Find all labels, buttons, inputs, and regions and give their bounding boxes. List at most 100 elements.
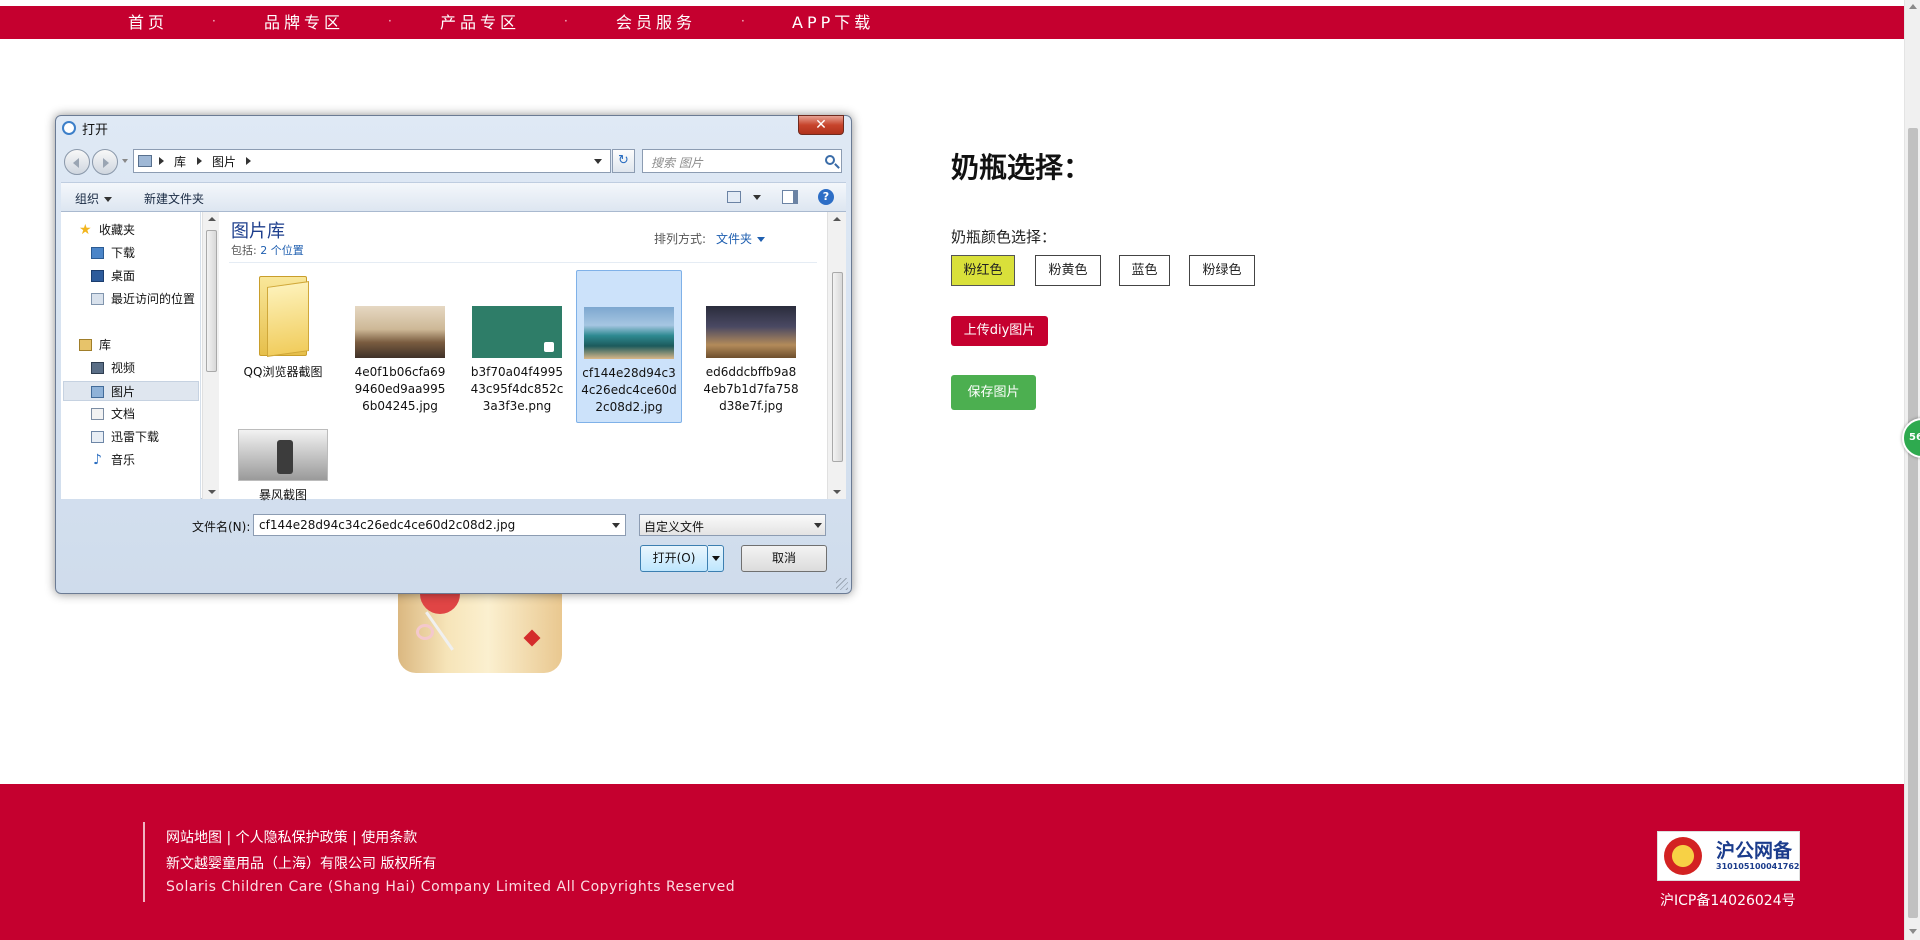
- file-item-image[interactable]: 4e0f1b06cfa699460ed9aa9956b04245.jpg: [348, 270, 452, 415]
- image-thumbnail: [355, 306, 445, 358]
- new-folder-button[interactable]: 新建文件夹: [144, 190, 204, 207]
- navigation-scrollbar[interactable]: [202, 212, 219, 499]
- nav-item-brand[interactable]: 品牌专区: [264, 6, 344, 39]
- filename-dropdown-icon[interactable]: [612, 523, 620, 528]
- file-name: cf144e28d94c34c26edc4ce60d2c08d2.jpg: [581, 366, 677, 414]
- scroll-down-icon[interactable]: [1909, 929, 1917, 934]
- sidebar-label: 库: [99, 338, 112, 352]
- footer-divider: [143, 822, 145, 902]
- main-nav: 首页 · 品牌专区 · 产品专区 · 会员服务 · APP下载: [0, 6, 1904, 39]
- icp-number[interactable]: 沪ICP备14026024号: [1660, 890, 1796, 910]
- open-button[interactable]: 打开(O): [640, 545, 708, 572]
- color-button-blue[interactable]: 蓝色: [1119, 255, 1170, 286]
- nav-separator: ·: [388, 14, 392, 28]
- preview-pane-icon[interactable]: [782, 190, 798, 204]
- sidebar-item-libraries[interactable]: 库: [79, 335, 197, 355]
- color-button-yellow[interactable]: 粉黄色: [1035, 255, 1101, 286]
- sidebar-label: 桌面: [111, 269, 136, 283]
- bottle-preview: [398, 588, 562, 676]
- save-image-button[interactable]: 保存图片: [951, 375, 1036, 410]
- scroll-thumb[interactable]: [206, 230, 217, 372]
- organize-menu[interactable]: 组织: [75, 190, 113, 207]
- open-options-dropdown[interactable]: [708, 545, 724, 572]
- police-record-badge[interactable]: 沪公网备 310105100041762: [1657, 831, 1800, 881]
- breadcrumb-arrow-icon[interactable]: [197, 157, 202, 165]
- breadcrumb-pictures[interactable]: 图片: [212, 153, 236, 170]
- sidebar-item-xunlei[interactable]: 迅雷下载: [91, 427, 197, 447]
- scroll-down-icon[interactable]: [833, 490, 841, 494]
- view-mode-icon[interactable]: [727, 191, 741, 203]
- nav-item-members[interactable]: 会员服务: [616, 6, 696, 39]
- history-dropdown-icon[interactable]: [122, 159, 128, 163]
- search-input[interactable]: 搜索 图片: [642, 149, 842, 173]
- resize-grip[interactable]: [836, 578, 848, 590]
- library-folder-icon: [79, 339, 92, 351]
- search-icon[interactable]: [825, 155, 835, 165]
- footer-copyright: Solaris Children Care (Shang Hai) Compan…: [166, 879, 736, 895]
- file-item-image[interactable]: ed6ddcbffb9a84eb7b1d7fa758d38e7f.jpg: [699, 270, 803, 415]
- file-item-folder[interactable]: QQ浏览器截图: [231, 270, 335, 381]
- scroll-up-icon[interactable]: [208, 217, 216, 221]
- nav-separator: ·: [212, 14, 216, 28]
- sort-by-dropdown[interactable]: 文件夹: [716, 230, 766, 247]
- filename-label: 文件名(N):: [192, 520, 251, 534]
- refresh-button[interactable]: ↻: [612, 149, 635, 173]
- sidebar-label: 图片: [111, 385, 136, 399]
- breadcrumb-library[interactable]: 库: [174, 153, 186, 170]
- file-list-scrollbar[interactable]: [827, 212, 846, 499]
- upload-diy-button[interactable]: 上传diy图片: [951, 316, 1048, 346]
- cancel-button[interactable]: 取消: [741, 545, 827, 572]
- sidebar-label: 文档: [111, 407, 136, 421]
- folder-thumbnail: [238, 429, 328, 481]
- scroll-up-icon[interactable]: [833, 217, 841, 221]
- back-arrow-icon: [73, 158, 79, 168]
- sidebar-item-pictures[interactable]: 图片: [63, 381, 199, 401]
- file-item-folder[interactable]: 暴风截图: [231, 429, 335, 504]
- includes-locations-link[interactable]: 2 个位置: [260, 244, 304, 257]
- view-dropdown-icon[interactable]: [753, 195, 761, 200]
- sidebar-item-downloads[interactable]: 下载: [91, 243, 197, 263]
- scroll-thumb[interactable]: [832, 272, 843, 462]
- file-item-image[interactable]: b3f70a04f499543c95f4dc852c3a3f3e.png: [465, 270, 569, 415]
- filetype-select[interactable]: 自定义文件: [639, 514, 826, 536]
- help-icon[interactable]: ?: [818, 189, 834, 205]
- address-dropdown-icon[interactable]: [594, 159, 602, 164]
- file-list: 图片库 包括: 2 个位置 排列方式: 文件夹 QQ浏览器截图 4e0f1b06…: [219, 212, 827, 502]
- close-button[interactable]: ✕: [798, 115, 844, 135]
- sidebar-item-music[interactable]: ♪ 音乐: [91, 450, 197, 470]
- address-bar[interactable]: 库 图片: [133, 149, 611, 173]
- footer-links[interactable]: 网站地图 | 个人隐私保护政策 | 使用条款: [166, 827, 417, 847]
- breadcrumb-arrow-icon[interactable]: [246, 157, 251, 165]
- nav-item-products[interactable]: 产品专区: [440, 6, 520, 39]
- sidebar-label: 迅雷下载: [111, 430, 160, 444]
- back-button[interactable]: [64, 149, 90, 175]
- color-button-green[interactable]: 粉绿色: [1189, 255, 1255, 286]
- sidebar-item-favorites[interactable]: ★ 收藏夹: [79, 220, 197, 240]
- sidebar-item-recent[interactable]: 最近访问的位置: [91, 289, 200, 309]
- sidebar-item-documents[interactable]: 文档: [91, 404, 197, 424]
- file-name: 4e0f1b06cfa699460ed9aa9956b04245.jpg: [354, 365, 446, 413]
- nav-item-home[interactable]: 首页: [128, 6, 168, 39]
- dialog-body: ★ 收藏夹 下载 桌面 最近访问的位置 库 视频 图片 文档 迅雷下载 ♪ 音乐…: [61, 212, 846, 502]
- forward-button[interactable]: [92, 149, 118, 175]
- scroll-up-icon[interactable]: [1909, 4, 1917, 9]
- police-record-number: 310105100041762: [1716, 862, 1800, 871]
- sidebar-item-desktop[interactable]: 桌面: [91, 266, 197, 286]
- nav-item-app[interactable]: APP下载: [792, 6, 874, 39]
- recent-places-icon: [91, 293, 104, 305]
- filename-input[interactable]: [253, 514, 626, 536]
- scroll-down-icon[interactable]: [208, 490, 216, 494]
- breadcrumb-arrow-icon[interactable]: [159, 157, 164, 165]
- command-bar: 组织 新建文件夹 ?: [61, 182, 846, 212]
- sort-label: 排列方式:: [654, 232, 707, 246]
- file-item-image-selected[interactable]: cf144e28d94c34c26edc4ce60d2c08d2.jpg: [576, 270, 682, 423]
- sidebar-item-videos[interactable]: 视频: [91, 358, 197, 378]
- image-thumbnail: [472, 306, 562, 358]
- scroll-thumb[interactable]: [1908, 128, 1918, 918]
- library-title: 图片库: [231, 221, 285, 242]
- sidebar-label: 收藏夹: [99, 223, 136, 237]
- includes-label: 包括:: [231, 244, 257, 257]
- color-button-pink[interactable]: 粉红色: [951, 255, 1015, 286]
- page-scrollbar[interactable]: [1904, 0, 1920, 940]
- filetype-dropdown-icon[interactable]: [814, 523, 822, 528]
